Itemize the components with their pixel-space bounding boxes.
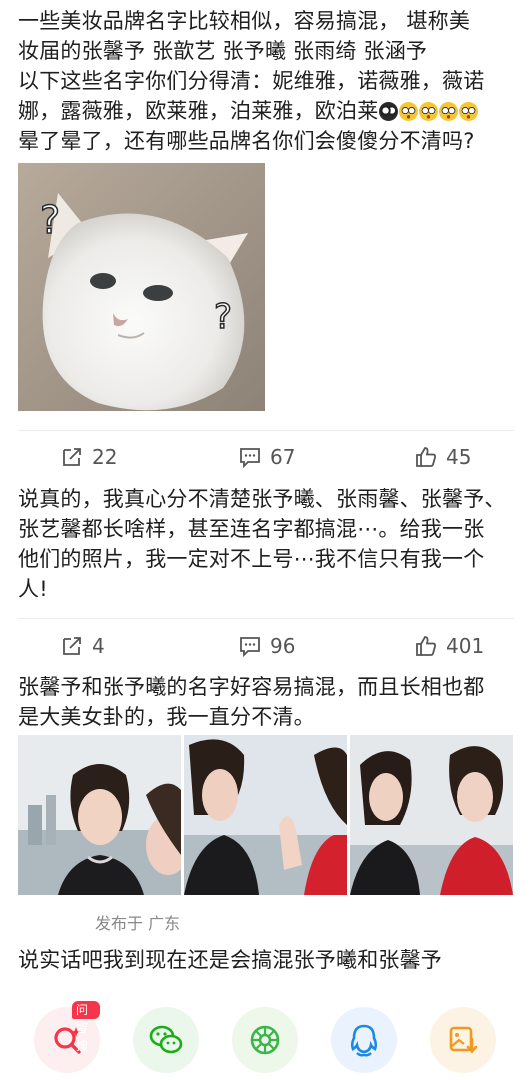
post-2-line: 张艺馨都长啥样，甚至连名字都搞混⋯。给我一张: [18, 517, 485, 541]
post-4-line: 说实话吧我到现在还是会搞混张予曦和张馨予: [18, 948, 442, 972]
thumbs-up-icon: [416, 636, 436, 656]
owl-emoji-icon: [379, 102, 399, 121]
comment-icon: [240, 448, 260, 469]
thumbs-up-icon: [416, 447, 436, 467]
question-mark-icon: ?: [40, 198, 60, 242]
post-1-line: 娜，露薇雅，欧莱雅，泊莱雅，欧泊莱: [18, 96, 518, 126]
flushed-face-icon: [439, 102, 459, 121]
share-button[interactable]: 4: [60, 629, 105, 663]
comment-button[interactable]: 67: [238, 440, 295, 474]
moments-icon: [250, 1025, 280, 1055]
share-bar: 问智搜: [0, 1001, 532, 1075]
save-image-icon: [449, 1026, 478, 1054]
flushed-face-icon: [399, 102, 419, 121]
comment-button[interactable]: 96: [238, 629, 295, 663]
comment-count: 96: [270, 634, 296, 658]
flushed-face-icon: [419, 102, 439, 121]
divider: [18, 430, 514, 431]
post-3-photo-grid: [18, 735, 514, 895]
like-button[interactable]: 45: [414, 440, 471, 474]
qq-icon: [350, 1024, 378, 1057]
wechat-icon: [149, 1025, 183, 1054]
post-1-line: 妆届的张馨予 张歆艺 张予曦 张雨绮 张涵予: [18, 39, 428, 63]
post-2-line: 说真的，我真心分不清楚张予曦、张雨馨、张馨予、: [18, 487, 506, 511]
post-1-text: 一些美妆品牌名字比较相似，容易搞混， 堪称美 妆届的张馨予 张歆艺 张予曦 张雨…: [18, 6, 518, 156]
qq-share-button[interactable]: [331, 1007, 397, 1073]
share-count: 4: [92, 634, 105, 658]
post-3-line: 是大美女卦的，我一直分不清。: [18, 705, 315, 729]
post-1-line: 以下这些名字你们分得清：妮维雅，诺薇雅，薇诺: [18, 69, 485, 93]
like-count: 45: [446, 445, 472, 469]
confused-cat-image[interactable]: ? ?: [18, 163, 265, 411]
share-icon: [63, 448, 81, 466]
post-3-text: 张馨予和张予曦的名字好容易搞混，而且长相也都 是大美女卦的，我一直分不清。: [18, 672, 518, 732]
like-count: 401: [446, 634, 485, 658]
share-button[interactable]: 22: [60, 440, 117, 474]
post-1-line: 一些美妆品牌名字比较相似，容易搞混， 堪称美: [18, 9, 471, 33]
post-1-action-bar: 22 67 45: [18, 440, 514, 474]
wechat-share-button[interactable]: [133, 1007, 199, 1073]
smart-search-button[interactable]: 问智搜: [34, 1001, 100, 1073]
post-2-line: 人!: [18, 577, 48, 601]
post-2-text: 说真的，我真心分不清楚张予曦、张雨馨、张馨予、 张艺馨都长啥样，甚至连名字都搞混…: [18, 484, 518, 604]
moments-share-button[interactable]: [232, 1007, 298, 1073]
photo-thumbnail[interactable]: [18, 735, 181, 895]
post-4-text: 说实话吧我到现在还是会搞混张予曦和张馨予: [18, 945, 518, 975]
post-1-line: 晕了晕了，还有哪些品牌名你们会傻傻分不清吗?: [18, 129, 475, 153]
post-2-action-bar: 4 96 401: [18, 629, 514, 663]
share-icon: [63, 637, 81, 655]
post-3-line: 张馨予和张予曦的名字好容易搞混，而且长相也都: [18, 675, 485, 699]
smart-search-badge: 问智搜: [72, 1001, 100, 1053]
share-count: 22: [92, 445, 118, 469]
save-image-button[interactable]: [430, 1007, 496, 1073]
post-location: 发布于 广东: [95, 914, 181, 933]
photo-thumbnail[interactable]: [350, 735, 513, 895]
photo-thumbnail[interactable]: [184, 735, 347, 895]
comment-icon: [240, 637, 260, 658]
flushed-face-icon: [459, 102, 479, 121]
post-feed: 一些美妆品牌名字比较相似，容易搞混， 堪称美 妆届的张馨予 张歆艺 张予曦 张雨…: [0, 0, 532, 1080]
post-2-line: 他们的照片，我一定对不上号⋯我不信只有我一个: [18, 547, 485, 571]
divider: [18, 618, 514, 619]
question-mark-icon: ?: [214, 297, 232, 337]
like-button[interactable]: 401: [414, 629, 484, 663]
comment-count: 67: [270, 445, 296, 469]
